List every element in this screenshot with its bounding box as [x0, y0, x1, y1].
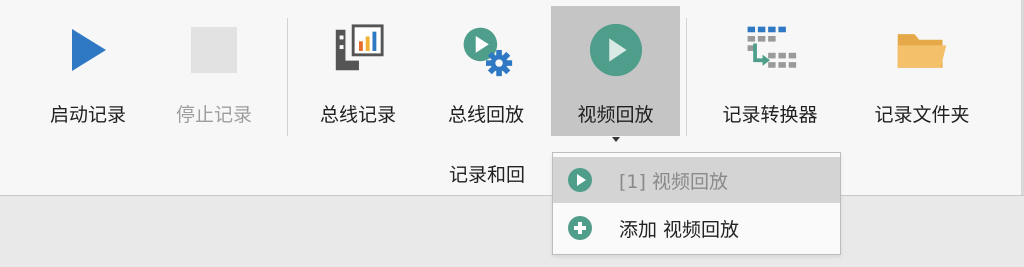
video-play-circle-icon [565, 165, 595, 195]
dropdown-item-label: 添加 视频回放 [619, 218, 740, 241]
video-replay-dropdown: [1] 视频回放 添加 视频回放 [552, 152, 841, 255]
stop-recording-label: 停止记录 [175, 104, 252, 126]
bus-replay-label: 总线回放 [447, 104, 524, 126]
ribbon-toolbar: 启动记录 停止记录 总线记录 总线回放 视频回放 记录转换器 记录文件夹 记录和… [0, 0, 1024, 196]
stop-icon [186, 22, 242, 78]
separator [287, 18, 288, 136]
bus-logging-button[interactable]: 总线记录 [306, 6, 410, 136]
start-recording-label: 启动记录 [49, 104, 126, 126]
log-folder-label: 记录文件夹 [874, 104, 970, 126]
start-recording-button[interactable]: 启动记录 [36, 6, 140, 136]
group-label: 记录和回 [449, 164, 526, 186]
chevron-down-icon[interactable] [611, 137, 620, 142]
video-replay-icon [588, 22, 644, 78]
log-converter-button[interactable]: 记录转换器 [706, 6, 834, 136]
bus-replay-button[interactable]: 总线回放 [434, 6, 538, 136]
dropdown-item-label: [1] 视频回放 [619, 170, 728, 193]
folder-icon [894, 22, 950, 78]
bus-log-icon [330, 22, 386, 78]
log-folder-button[interactable]: 记录文件夹 [858, 6, 986, 136]
video-replay-label: 视频回放 [577, 104, 654, 126]
log-converter-label: 记录转换器 [722, 104, 818, 126]
add-circle-icon [565, 213, 595, 243]
video-replay-button[interactable]: 视频回放 [551, 6, 680, 142]
content-area [0, 196, 1024, 267]
stop-recording-button[interactable]: 停止记录 [162, 6, 266, 136]
separator [686, 18, 687, 136]
bus-logging-label: 总线记录 [319, 104, 396, 126]
log-converter-icon [742, 22, 798, 78]
bus-replay-icon [458, 22, 514, 78]
dropdown-item-video-replay-1[interactable]: [1] 视频回放 [553, 157, 840, 203]
dropdown-item-add-video-replay[interactable]: 添加 视频回放 [553, 205, 840, 251]
play-icon [60, 22, 116, 78]
